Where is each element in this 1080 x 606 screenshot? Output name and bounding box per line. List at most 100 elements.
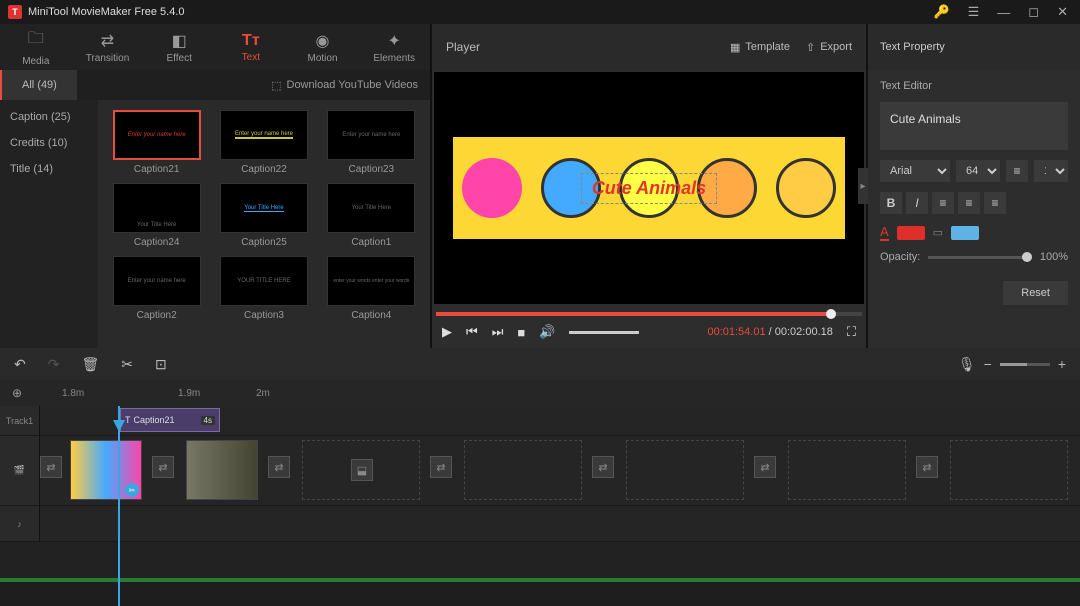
font-select[interactable]: Arial: [880, 160, 950, 182]
thumb-caption25[interactable]: Your Title Here Caption25: [213, 183, 314, 248]
video-track-body[interactable]: ⇄ ✂ ⇄ ⇄ ⬓ ⇄ ⇄ ⇄ ⇄: [40, 436, 1080, 505]
status-bar: [0, 578, 1080, 582]
zoom-slider[interactable]: [1000, 363, 1050, 366]
thumb-label: Caption1: [351, 237, 391, 248]
template-label: Template: [745, 41, 790, 53]
transition-slot[interactable]: ⇄: [592, 456, 614, 478]
subtab-all[interactable]: All (49): [0, 70, 77, 100]
add-track-button[interactable]: ⊕: [8, 384, 26, 402]
export-icon: ⇧: [806, 41, 815, 54]
text-clip[interactable]: T Caption21 4s: [120, 408, 220, 432]
split-button[interactable]: ✂: [121, 356, 133, 373]
zoom-in-button[interactable]: +: [1058, 356, 1066, 372]
line-select[interactable]: 1: [1034, 160, 1068, 182]
volume-slider[interactable]: [569, 331, 639, 334]
italic-button[interactable]: I: [906, 192, 928, 214]
tab-transition[interactable]: ⇄Transition: [72, 24, 144, 70]
thumb-caption1[interactable]: Your Title HereCaption1: [321, 183, 422, 248]
thumb-caption21[interactable]: Enter your name hereCaption21: [106, 110, 207, 175]
tab-media[interactable]: 🗀Media: [0, 24, 72, 70]
add-media-icon[interactable]: ⬓: [351, 459, 373, 481]
template-button[interactable]: ▦Template: [730, 41, 790, 54]
opacity-handle[interactable]: [1022, 252, 1032, 262]
empty-slot[interactable]: [950, 440, 1068, 500]
app-logo: T: [8, 5, 22, 19]
transition-slot[interactable]: ⇄: [40, 456, 62, 478]
opacity-slider[interactable]: [928, 256, 1032, 259]
tab-elements[interactable]: ✦Elements: [358, 24, 430, 70]
preview-area[interactable]: Cute Animals: [434, 72, 864, 304]
undo-button[interactable]: ↶: [14, 356, 26, 373]
crop-button[interactable]: ⊡: [155, 356, 167, 373]
prev-frame-button[interactable]: ⏮: [466, 324, 478, 340]
playhead[interactable]: [118, 406, 120, 606]
video-track: 🎬 ⇄ ✂ ⇄ ⇄ ⬓ ⇄ ⇄ ⇄ ⇄: [0, 436, 1080, 506]
menu-icon[interactable]: ☰: [964, 2, 984, 22]
volume-icon[interactable]: 🔊: [539, 324, 555, 340]
empty-slot[interactable]: ⬓: [302, 440, 420, 500]
transition-slot[interactable]: ⇄: [430, 456, 452, 478]
cat-title[interactable]: Title (14): [0, 156, 98, 182]
maximize-icon[interactable]: ◻: [1024, 2, 1043, 22]
video-clip-1[interactable]: ✂: [70, 440, 142, 500]
size-select[interactable]: 64: [956, 160, 1000, 182]
timeline-ruler[interactable]: ⊕ 1.8m 1.9m 2m: [0, 380, 1080, 406]
tab-motion[interactable]: ◉Motion: [287, 24, 359, 70]
line-spacing-icon[interactable]: ≡: [1006, 160, 1028, 182]
fullscreen-button[interactable]: ⛶: [847, 324, 856, 340]
text-color-icon[interactable]: A: [880, 224, 889, 241]
transition-slot[interactable]: ⇄: [754, 456, 776, 478]
stroke-color-swatch[interactable]: [951, 226, 979, 240]
align-right-button[interactable]: ≡: [984, 192, 1006, 214]
reset-button[interactable]: Reset: [1003, 281, 1068, 305]
thumb-caption3[interactable]: YOUR TITLE HERECaption3: [213, 256, 314, 321]
seek-bar[interactable]: [436, 312, 862, 316]
thumb-caption24[interactable]: Your Title HereCaption24: [106, 183, 207, 248]
video-clip-2[interactable]: [186, 440, 258, 500]
delete-button[interactable]: 🗑: [81, 356, 99, 373]
transition-slot[interactable]: ⇄: [268, 456, 290, 478]
mic-icon[interactable]: 🎙: [958, 356, 976, 373]
empty-slot[interactable]: [626, 440, 744, 500]
transition-slot[interactable]: ⇄: [152, 456, 174, 478]
thumb-caption22[interactable]: Enter your name hereCaption22: [213, 110, 314, 175]
bold-button[interactable]: B: [880, 192, 902, 214]
tab-text[interactable]: TᴛText: [215, 24, 287, 70]
audio-track-body[interactable]: [40, 506, 1080, 541]
redo-button[interactable]: ↷: [48, 356, 60, 373]
thumbnail-grid: Enter your name hereCaption21 Enter your…: [98, 100, 430, 348]
license-key-icon[interactable]: 🔑: [929, 2, 953, 22]
tab-effect[interactable]: ◧Effect: [143, 24, 215, 70]
text-track-body[interactable]: T Caption21 4s: [40, 406, 1080, 435]
thumb-caption4[interactable]: enter your words enter your wordsCaption…: [321, 256, 422, 321]
expand-handle[interactable]: ▸: [858, 168, 868, 204]
minimize-icon[interactable]: —: [993, 3, 1014, 22]
close-icon[interactable]: ✕: [1053, 2, 1072, 22]
align-center-button[interactable]: ≡: [958, 192, 980, 214]
stop-button[interactable]: ■: [517, 325, 525, 340]
next-frame-button[interactable]: ⏭: [492, 324, 504, 340]
download-youtube-link[interactable]: ⬚Download YouTube Videos: [271, 79, 418, 92]
align-left-button[interactable]: ≡: [932, 192, 954, 214]
play-button[interactable]: ▶: [442, 324, 452, 340]
text-overlay[interactable]: Cute Animals: [581, 173, 717, 204]
cat-credits[interactable]: Credits (10): [0, 130, 98, 156]
ruler-mark: 2m: [256, 388, 270, 399]
cat-caption[interactable]: Caption (25): [0, 104, 98, 130]
empty-slot[interactable]: [788, 440, 906, 500]
opacity-label: Opacity:: [880, 251, 920, 263]
thumb-caption2[interactable]: Enter your name hereCaption2: [106, 256, 207, 321]
thumb-hint: Your Title Here: [244, 205, 283, 212]
fill-color-swatch[interactable]: [897, 226, 925, 240]
thumb-caption23[interactable]: Enter your name hereCaption23: [321, 110, 422, 175]
empty-slot[interactable]: [464, 440, 582, 500]
thumb-label: Caption25: [241, 237, 287, 248]
stroke-icon[interactable]: ▭: [933, 226, 943, 239]
export-button[interactable]: ⇧Export: [806, 41, 852, 54]
text-input[interactable]: Cute Animals: [880, 102, 1068, 150]
zoom-out-button[interactable]: −: [984, 356, 992, 372]
thumb-label: Caption24: [134, 237, 180, 248]
download-icon: ⬚: [271, 79, 281, 92]
transition-slot[interactable]: ⇄: [916, 456, 938, 478]
thumb-label: Caption23: [349, 164, 395, 175]
